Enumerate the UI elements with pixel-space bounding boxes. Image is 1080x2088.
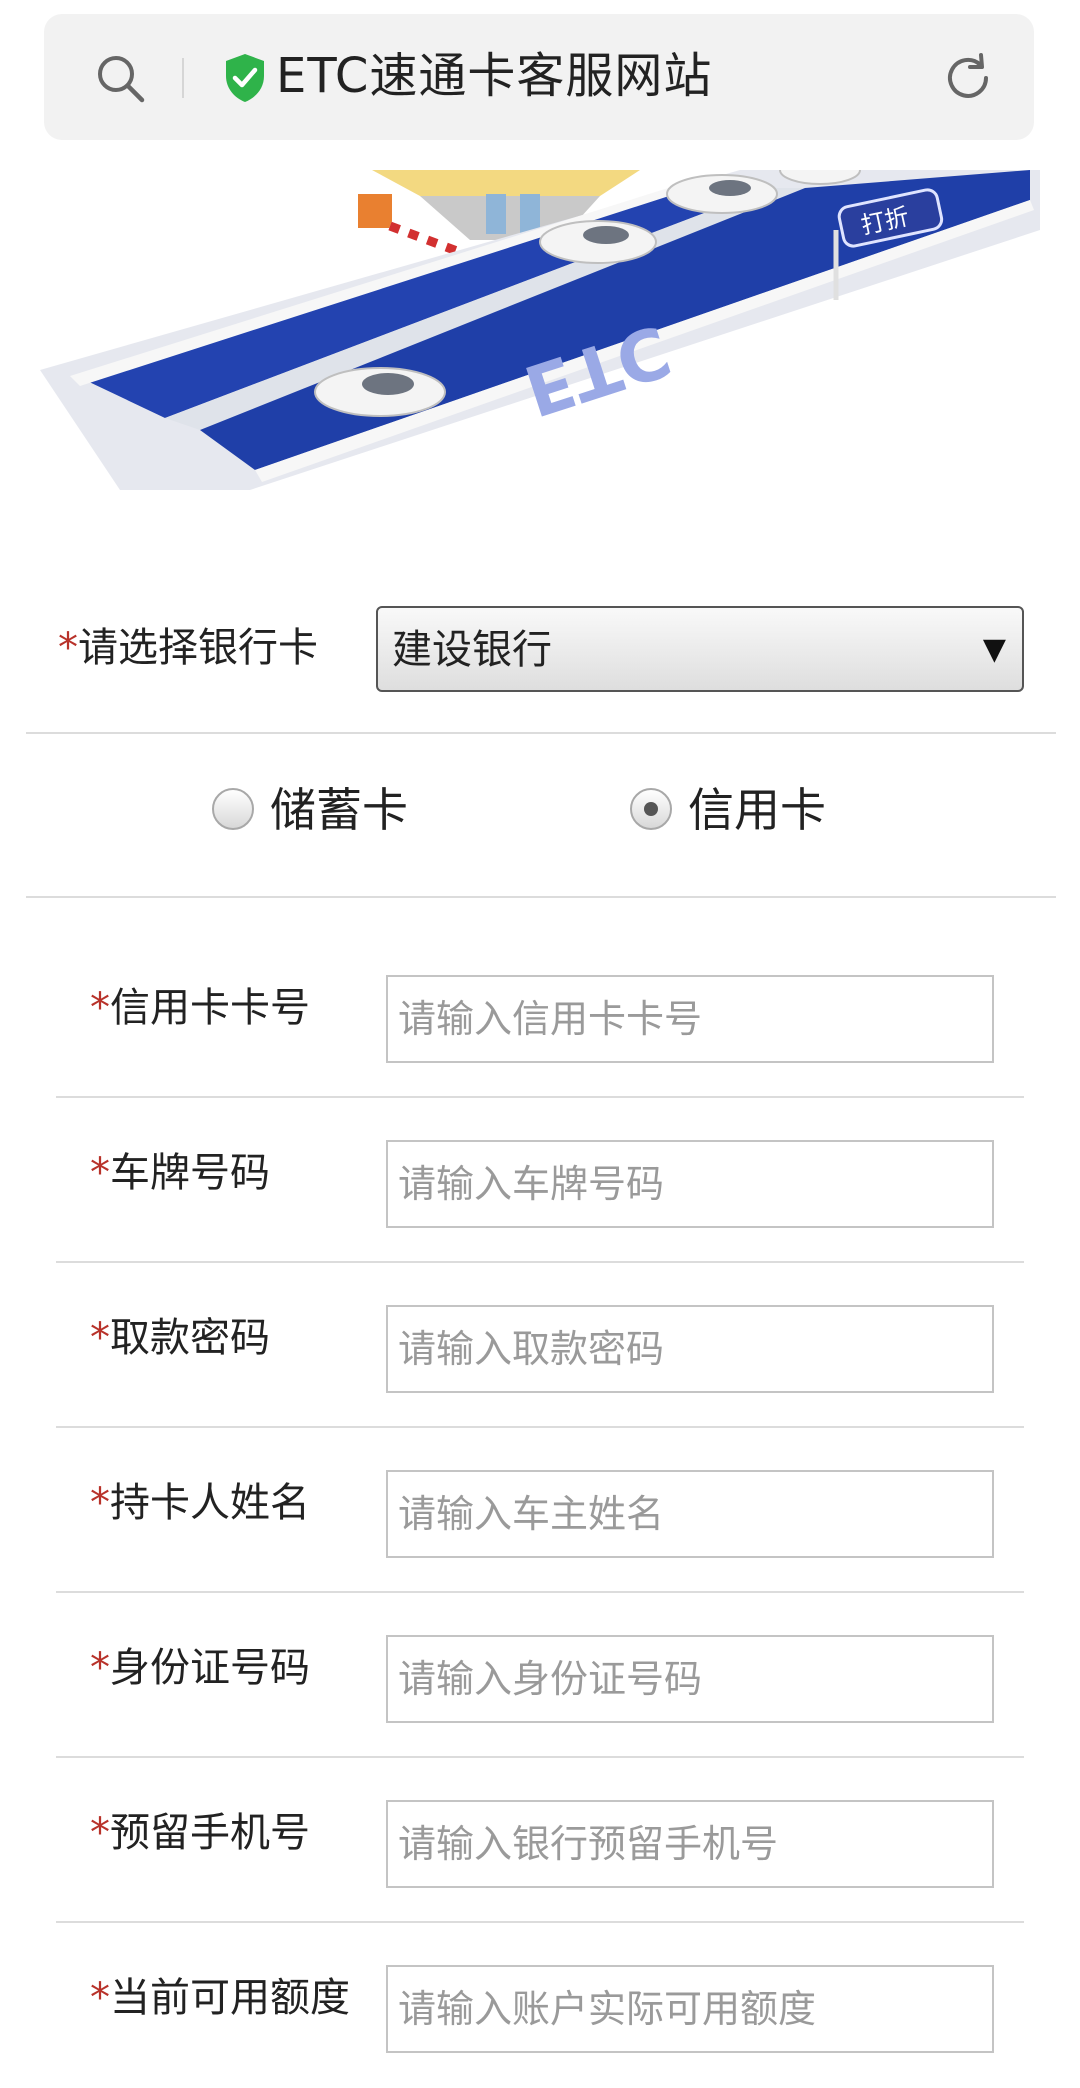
plate-number-input[interactable]: 请输入车牌号码 [386,1140,994,1228]
car-1 [314,367,446,417]
car-3 [666,174,778,214]
id-number-input[interactable]: 请输入身份证号码 [386,1635,994,1723]
divider [26,732,1056,734]
cardholder-name-placeholder: 请输入车主姓名 [398,1492,665,1536]
form-row-credit-card-number: *信用卡卡号 请输入信用卡卡号 [0,933,1080,1098]
divider [26,896,1056,898]
credit-card-number-placeholder: 请输入信用卡卡号 [398,997,703,1041]
form-row-cardholder-name: *持卡人姓名 请输入车主姓名 [0,1428,1080,1593]
credit-card-number-input[interactable]: 请输入信用卡卡号 [386,975,994,1063]
required-mark: * [90,1315,110,1361]
cardholder-name-input[interactable]: 请输入车主姓名 [386,1470,994,1558]
available-limit-placeholder: 请输入账户实际可用额度 [398,1987,817,2031]
required-mark: * [90,1975,110,2021]
cardholder-name-label-text: 持卡人姓名 [110,1480,310,1526]
id-number-placeholder: 请输入身份证号码 [398,1657,703,1701]
reserved-phone-label-text: 预留手机号 [110,1810,310,1856]
radio-debit-card[interactable] [212,788,254,830]
available-limit-label: *当前可用额度 [90,1970,350,2026]
form-row-withdraw-password: *取款密码 请输入取款密码 [0,1263,1080,1428]
withdraw-password-label-text: 取款密码 [110,1315,270,1361]
form-row-id-number: *身份证号码 请输入身份证号码 [0,1593,1080,1758]
radio-selected-dot [644,802,658,816]
id-number-label: *身份证号码 [90,1640,310,1696]
credit-card-number-label: *信用卡卡号 [90,980,310,1036]
withdraw-password-label: *取款密码 [90,1310,270,1366]
radio-credit-card[interactable] [630,788,672,830]
withdraw-password-placeholder: 请输入取款密码 [398,1327,665,1371]
form-row-reserved-phone: *预留手机号 请输入银行预留手机号 [0,1758,1080,1923]
bank-select-label-text: 请选择银行卡 [78,625,318,671]
id-number-label-text: 身份证号码 [110,1645,310,1691]
required-mark: * [90,1150,110,1196]
address-bar[interactable]: ETC速通卡客服网站 [44,14,1034,140]
available-limit-input[interactable]: 请输入账户实际可用额度 [386,1965,994,2053]
required-mark: * [58,625,78,671]
required-mark: * [90,1480,110,1526]
toll-booth-roof [372,170,640,196]
credit-card-number-label-text: 信用卡卡号 [110,985,310,1031]
required-mark: * [90,1810,110,1856]
gate-post [358,194,392,228]
plate-number-placeholder: 请输入车牌号码 [398,1162,665,1206]
bank-select[interactable]: 建设银行 ▼ [376,606,1024,692]
bank-select-label: *请选择银行卡 [58,620,318,676]
car-2 [539,220,657,264]
radio-debit-card-label[interactable]: 储蓄卡 [270,780,408,840]
chevron-down-icon: ▼ [982,632,1006,667]
required-mark: * [90,985,110,1031]
withdraw-password-input[interactable]: 请输入取款密码 [386,1305,994,1393]
form-row-available-limit: *当前可用额度 请输入账户实际可用额度 [0,1923,1080,2088]
reserved-phone-input[interactable]: 请输入银行预留手机号 [386,1800,994,1888]
plate-number-label: *车牌号码 [90,1145,270,1201]
address-bar-divider [182,58,184,98]
required-mark: * [90,1645,110,1691]
available-limit-label-text: 当前可用额度 [110,1975,350,2021]
refresh-icon[interactable] [940,50,996,106]
reserved-phone-label: *预留手机号 [90,1805,310,1861]
site-title: ETC速通卡客服网站 [276,48,713,104]
reserved-phone-placeholder: 请输入银行预留手机号 [398,1822,779,1866]
radio-credit-card-label[interactable]: 信用卡 [688,780,826,840]
bank-select-value: 建设银行 [392,627,552,673]
shield-check-icon [226,54,264,102]
search-icon[interactable] [94,52,148,106]
cardholder-name-label: *持卡人姓名 [90,1475,310,1531]
form-row-plate-number: *车牌号码 请输入车牌号码 [0,1098,1080,1263]
etc-banner-illustration: ETC 打折 [40,170,1040,490]
plate-number-label-text: 车牌号码 [110,1150,270,1196]
